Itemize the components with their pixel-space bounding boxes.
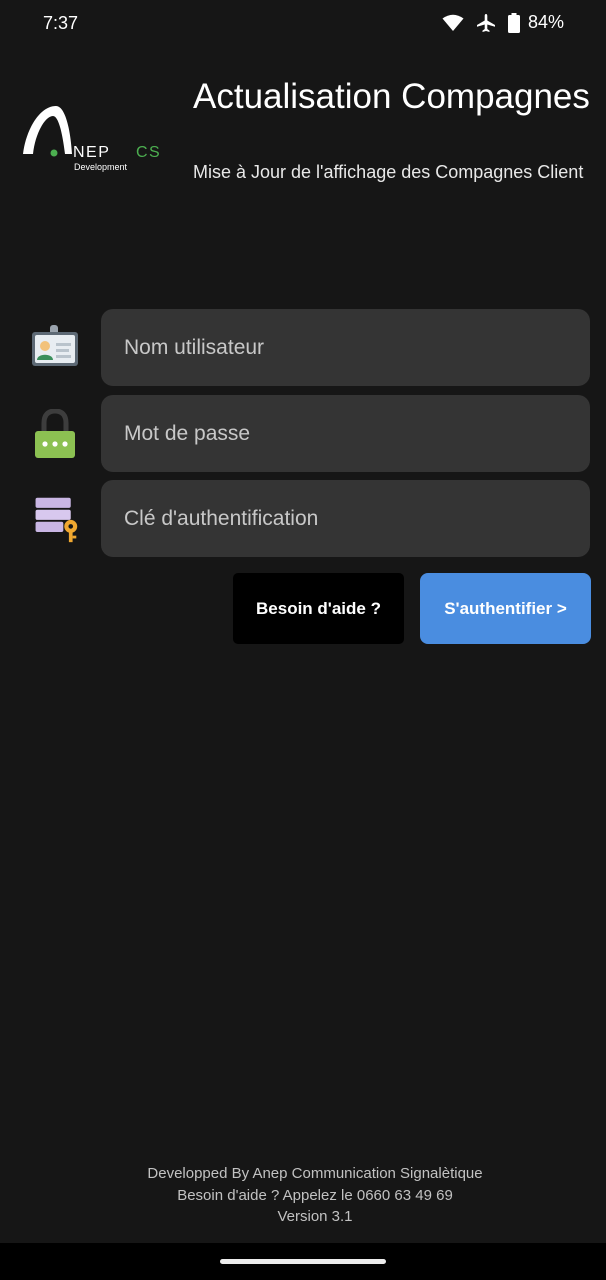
status-time: 7:37 xyxy=(43,13,79,33)
server-key-icon xyxy=(35,497,78,543)
password-row xyxy=(0,395,606,473)
help-button[interactable]: Besoin d'aide ? xyxy=(233,573,404,644)
airplane-mode-icon xyxy=(476,13,495,32)
lock-icon xyxy=(35,409,75,458)
username-row xyxy=(0,309,606,387)
authenticate-button[interactable]: S'authentifier > xyxy=(420,573,591,644)
id-card-icon xyxy=(32,325,78,366)
footer-credits: Developped By Anep Communication Signalè… xyxy=(147,1165,483,1182)
auth-key-row xyxy=(0,480,606,558)
page-title: Actualisation Compagnes xyxy=(193,77,590,116)
battery-icon xyxy=(507,12,520,33)
footer: Developped By Anep Communication Signalè… xyxy=(0,1163,606,1228)
footer-help-phone: Besoin d'aide ? Appelez le 0660 63 49 69 xyxy=(177,1186,453,1204)
footer-version: Version 3.1 xyxy=(277,1208,353,1225)
navigation-bar xyxy=(0,1243,606,1280)
status-bar: 7:37 84% xyxy=(0,0,606,48)
username-input[interactable] xyxy=(101,309,590,386)
status-icons: 84% xyxy=(442,12,564,33)
svg-text:NEP: NEP xyxy=(73,144,110,161)
auth-key-input[interactable] xyxy=(101,480,590,557)
home-gesture-handle[interactable] xyxy=(220,1259,386,1264)
wifi-icon xyxy=(442,14,464,31)
anep-logo-icon: NEP CS Development xyxy=(23,106,161,172)
svg-text:CS: CS xyxy=(136,144,161,161)
svg-text:Development: Development xyxy=(74,162,128,172)
app-logo: NEP CS Development xyxy=(20,104,180,176)
battery-percent: 84% xyxy=(527,12,564,32)
password-input[interactable] xyxy=(101,395,590,472)
page-subtitle: Mise à Jour de l'affichage des Compagnes… xyxy=(193,162,584,182)
